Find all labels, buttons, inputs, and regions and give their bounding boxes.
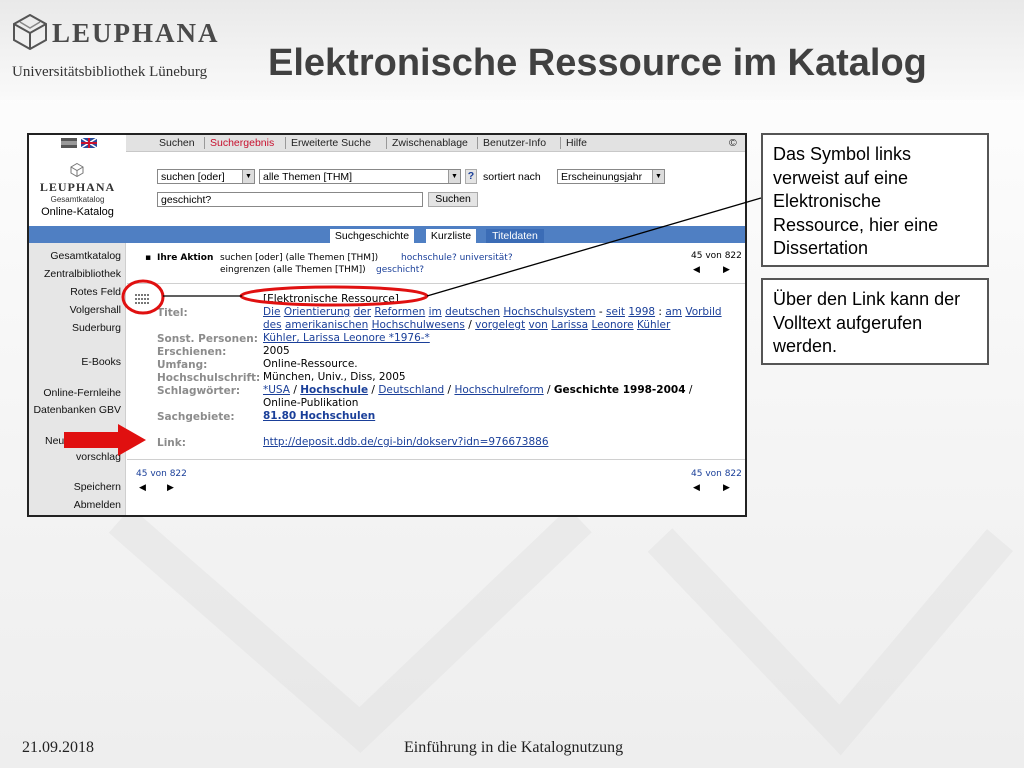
sort-label: sortiert nach	[483, 171, 541, 183]
next-arrow-icon[interactable]: ▶	[167, 483, 174, 493]
next-arrow-icon[interactable]: ▶	[723, 483, 730, 493]
label-persons: Sonst. Personen:	[157, 333, 258, 345]
chevron-down-icon: ▼	[242, 170, 254, 183]
action-line2: eingrenzen (alle Themen [THM])	[220, 265, 366, 275]
prev-arrow-icon[interactable]: ◀	[693, 265, 700, 275]
prev-arrow-icon[interactable]: ◀	[693, 483, 700, 493]
sidebar-item-volgershall[interactable]: Volgershall	[70, 304, 121, 316]
sidebar-item-speichern[interactable]: Speichern	[74, 481, 121, 493]
label-published: Erschienen:	[157, 346, 227, 358]
copyright-mark: ©	[729, 137, 737, 149]
nav-suchergebnis[interactable]: Suchergebnis	[210, 137, 274, 149]
catalog-brand: LEUPHANA	[39, 180, 116, 194]
keywords-line-1: *USA / Hochschule / Deutschland / Hochsc…	[263, 384, 693, 396]
sidebar-item-datenbanken-gbv[interactable]: Datenbanken GBV	[33, 404, 121, 416]
nav-erweiterte-suche[interactable]: Erweiterte Suche	[291, 137, 371, 149]
page-counter-bottom-right: 45 von 822	[691, 469, 742, 479]
sidebar-item-online-fernleihe[interactable]: Online-Fernleihe	[43, 387, 121, 399]
action-line1: suchen [oder] (alle Themen [THM])	[220, 253, 379, 263]
footer-topic: Einführung in die Katalognutzung	[404, 739, 624, 756]
search-input[interactable]: geschicht?	[157, 192, 423, 207]
keywords-line-2: Online-Publikation	[263, 397, 359, 409]
leuphana-mark-icon	[13, 14, 47, 50]
label-subjects: Sachgebiete:	[157, 411, 235, 423]
sidebar-item-abmelden[interactable]: Abmelden	[74, 499, 121, 511]
catalog-subtitle: Gesamtkatalog	[50, 195, 105, 204]
thesis-value: München, Univ., Diss, 2005	[263, 371, 406, 383]
page-counter-bottom-left: 45 von 822	[136, 469, 187, 479]
nav-suchen[interactable]: Suchen	[159, 137, 195, 149]
published-value: 2005	[263, 345, 290, 357]
tab-kurzliste[interactable]: Kurzliste	[426, 229, 476, 243]
label-title: Titel:	[157, 307, 188, 319]
nav-zwischenablage[interactable]: Zwischenablage	[392, 137, 468, 149]
electronic-resource-icon	[135, 294, 149, 304]
next-arrow-icon[interactable]: ▶	[723, 265, 730, 275]
title-line-1: Die Orientierung der Reformen im deutsch…	[263, 306, 722, 318]
fulltext-link[interactable]: http://deposit.ddb.de/cgi-bin/dokserv?id…	[263, 436, 549, 448]
chevron-down-icon: ▼	[448, 170, 460, 183]
nav-benutzer-info[interactable]: Benutzer-Info	[483, 137, 546, 149]
footer-date: 21.09.2018	[22, 739, 94, 756]
record-content: ▪ Ihre Aktion suchen [oder] (alle Themen…	[127, 243, 745, 515]
catalog-top-nav: Suchen Suchergebnis Erweiterte Suche Zwi…	[126, 135, 745, 152]
search-help-button[interactable]: ?	[465, 169, 477, 184]
action-label: Ihre Aktion	[157, 253, 214, 263]
search-field-select[interactable]: alle Themen [THM] ▼	[259, 169, 461, 184]
sidebar-item-rotes-feld[interactable]: Rotes Feld	[70, 286, 121, 298]
prev-arrow-icon[interactable]: ◀	[139, 483, 146, 493]
search-button[interactable]: Suchen	[428, 192, 478, 207]
leuphana-logo: LEUPHANA	[12, 14, 227, 54]
sidebar-item-vorschlag[interactable]: vorschlag	[76, 451, 121, 463]
search-mode-select[interactable]: suchen [oder] ▼	[157, 169, 255, 184]
label-keywords: Schlagwörter:	[157, 385, 241, 397]
resource-type: [Elektronische Ressource]	[263, 293, 399, 305]
callout-symbol: Das Symbol links verweist auf eine Elekt…	[761, 133, 989, 267]
language-flags-icon[interactable]	[61, 138, 101, 148]
leuphana-mark-icon	[70, 163, 84, 177]
nav-hilfe[interactable]: Hilfe	[566, 137, 587, 149]
sidebar-item-neu[interactable]: Neu	[45, 435, 64, 447]
page-counter-top: 45 von 822	[691, 251, 742, 261]
sidebar-item-suderburg[interactable]: Suderburg	[72, 322, 121, 334]
extent-value: Online-Ressource.	[263, 358, 358, 370]
label-thesis: Hochschulschrift:	[157, 372, 261, 384]
sort-select[interactable]: Erscheinungsjahr ▼	[557, 169, 665, 184]
sidebar-item-zentralbibliothek[interactable]: Zentralbibliothek	[44, 268, 121, 280]
catalog-sidebar: Gesamtkatalog Zentralbibliothek Rotes Fe…	[29, 243, 126, 515]
page-title: Elektronische Ressource im Katalog	[268, 42, 927, 84]
logo-watermark	[108, 507, 1014, 756]
action-line1-link[interactable]: hochschule? universität?	[401, 253, 513, 263]
chevron-down-icon: ▼	[652, 170, 664, 183]
library-name: Universitätsbibliothek Lüneburg	[12, 64, 208, 80]
catalog-logo: LEUPHANA Gesamtkatalog Online-Katalog	[29, 157, 126, 237]
brand-wordmark: LEUPHANA	[52, 18, 220, 48]
tab-suchgeschichte[interactable]: Suchgeschichte	[330, 229, 414, 243]
label-extent: Umfang:	[157, 359, 208, 371]
persons-link[interactable]: Kühler, Larissa Leonore *1976-*	[263, 332, 430, 344]
action-line2-link[interactable]: geschicht?	[376, 265, 424, 275]
sidebar-item-gesamtkatalog[interactable]: Gesamtkatalog	[50, 250, 121, 262]
catalog-screenshot: Suchen Suchergebnis Erweiterte Suche Zwi…	[27, 133, 747, 517]
label-link: Link:	[157, 437, 186, 449]
tab-titeldaten[interactable]: Titeldaten	[486, 229, 544, 243]
title-line-2: des amerikanischen Hochschulwesens / vor…	[263, 319, 671, 331]
sidebar-item-e-books[interactable]: E-Books	[81, 356, 121, 368]
callout-link: Über den Link kann der Volltext aufgeruf…	[761, 278, 989, 365]
subjects-link[interactable]: 81.80 Hochschulen	[263, 410, 375, 422]
catalog-online-label: Online-Katalog	[41, 206, 114, 218]
